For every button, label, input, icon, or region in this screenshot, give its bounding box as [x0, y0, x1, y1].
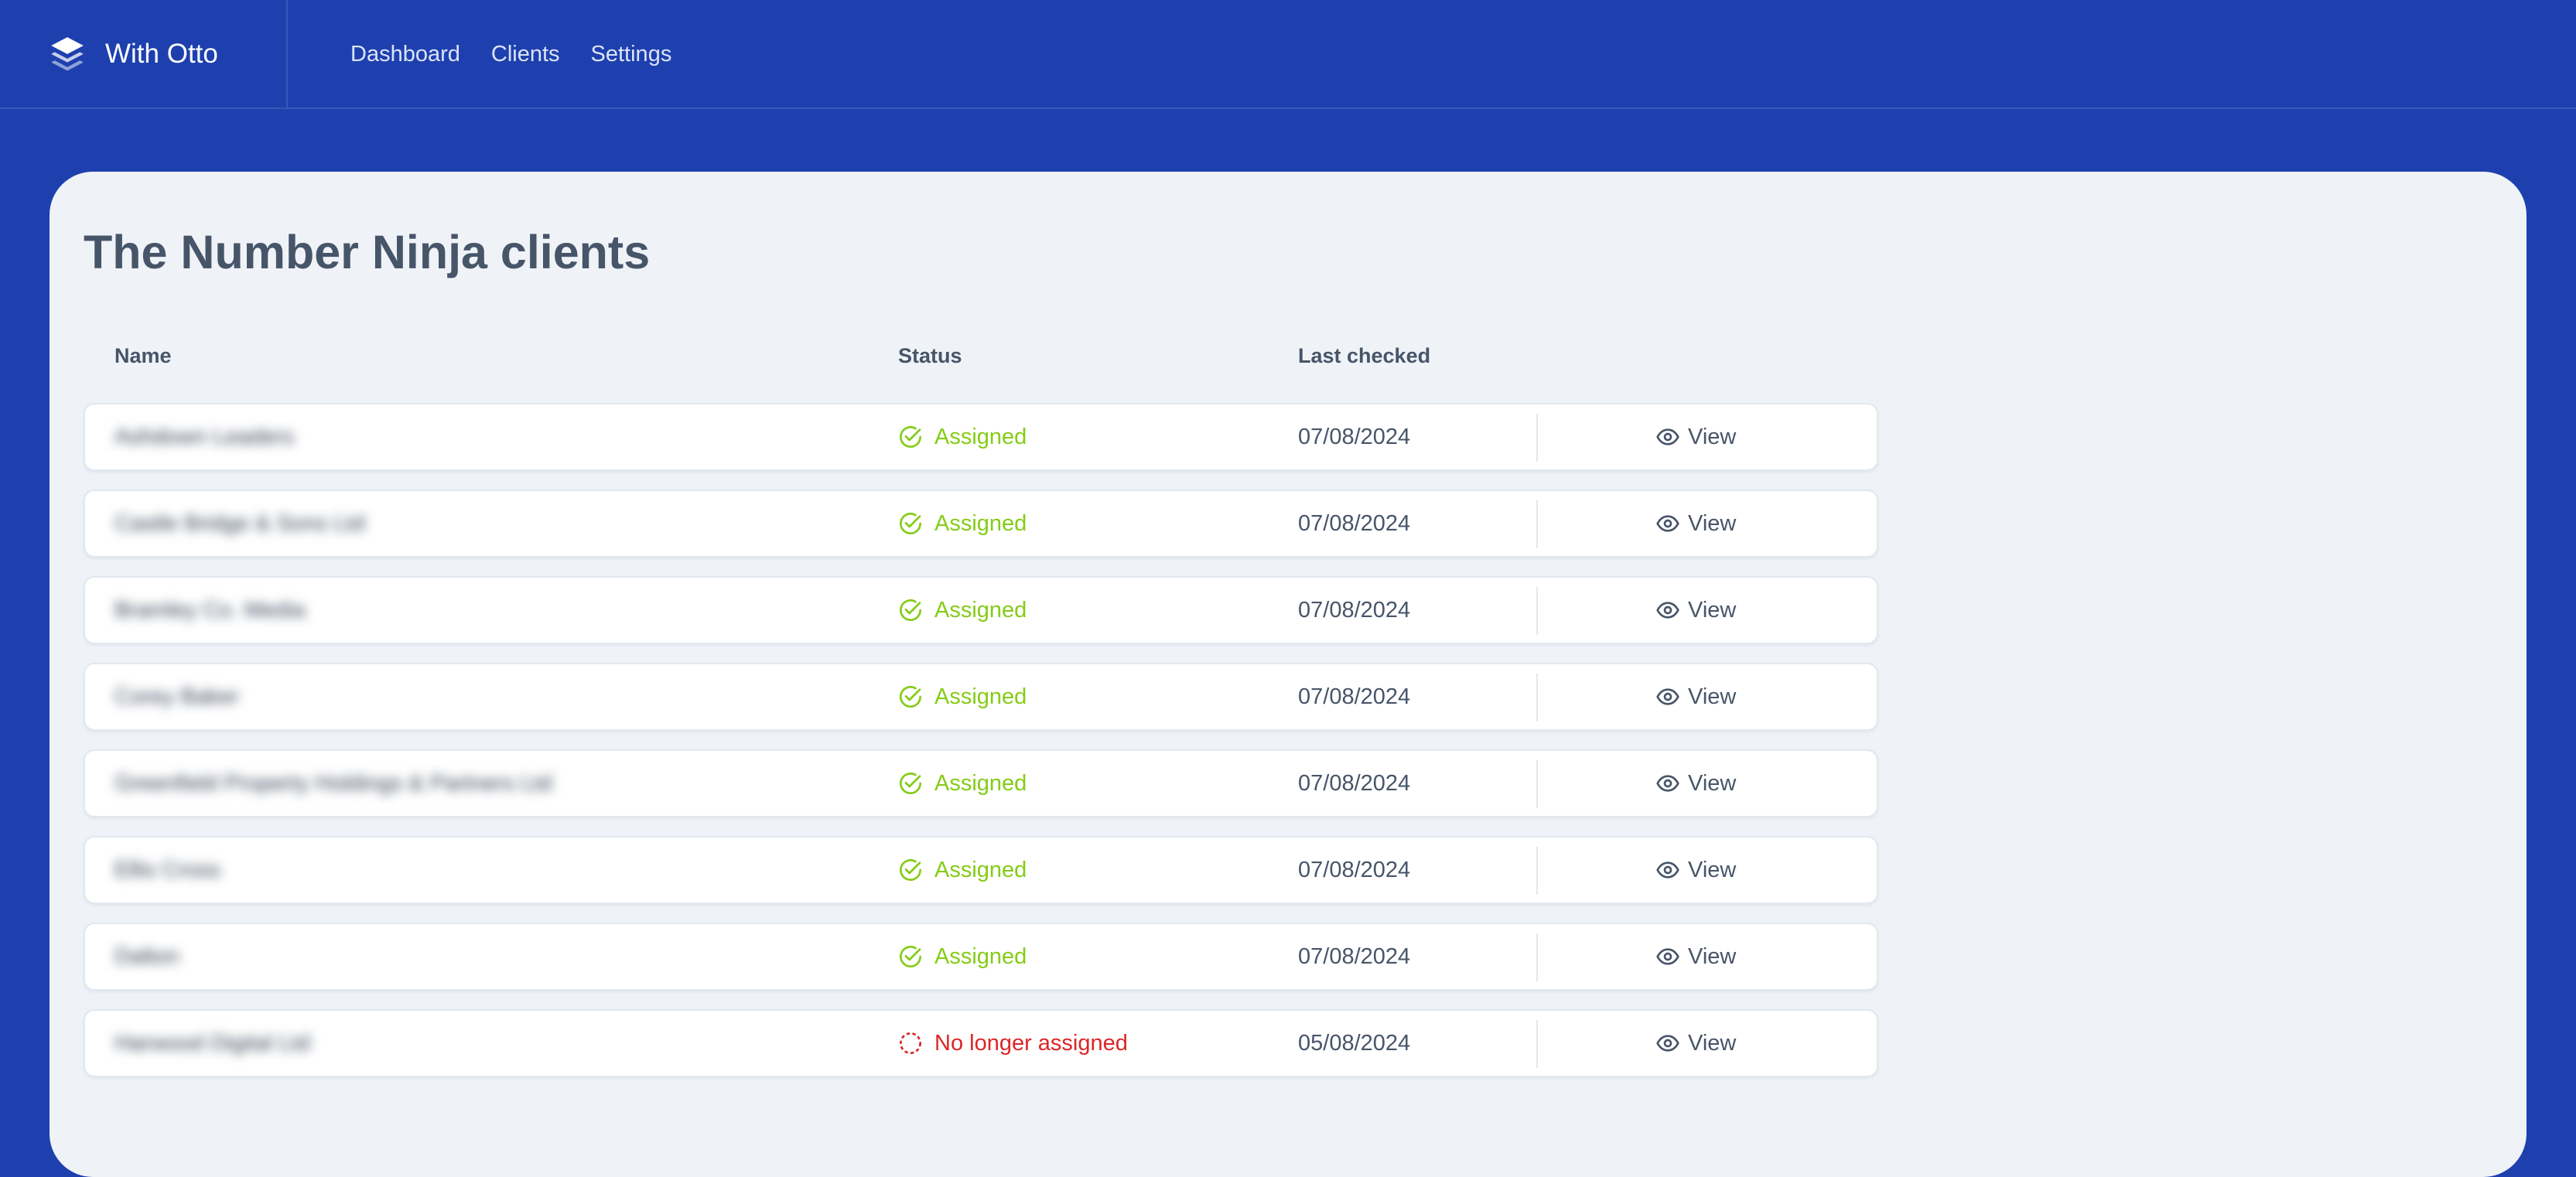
view-label: View — [1688, 598, 1737, 623]
last-checked-date: 07/08/2024 — [1298, 425, 1411, 449]
view-button[interactable]: View — [1655, 855, 1736, 885]
last-checked-date: 05/08/2024 — [1298, 1031, 1411, 1056]
view-button[interactable]: View — [1655, 421, 1736, 452]
client-name: Harwood Digital Ltd — [114, 1031, 311, 1056]
nav-item-settings[interactable]: Settings — [591, 34, 672, 74]
client-name: Dalton — [114, 944, 179, 969]
eye-icon — [1656, 428, 1679, 445]
status-badge: No longer assigned — [898, 1028, 1128, 1059]
view-label: View — [1688, 511, 1737, 536]
content-panel: The Number Ninja clients Name Status Las… — [50, 172, 2526, 1177]
view-label: View — [1688, 425, 1737, 449]
table-row[interactable]: Ellis Cross Assigned 07/08/2024 View — [84, 836, 1878, 904]
page-title: The Number Ninja clients — [84, 226, 651, 278]
view-label: View — [1688, 1031, 1737, 1056]
cell-divider — [1536, 760, 1538, 808]
view-button[interactable]: View — [1655, 1028, 1736, 1059]
check-circle-icon — [900, 859, 921, 881]
eye-icon — [1656, 775, 1679, 792]
check-circle-icon — [900, 686, 921, 708]
cell-divider — [1536, 847, 1538, 895]
eye-icon — [1656, 515, 1679, 532]
cell-divider — [1536, 674, 1538, 722]
status-badge: Assigned — [898, 595, 1027, 626]
table-row[interactable]: Dalton Assigned 07/08/2024 View — [84, 923, 1878, 991]
check-circle-icon — [900, 946, 921, 967]
last-checked-date: 07/08/2024 — [1298, 511, 1411, 536]
eye-icon — [1656, 688, 1679, 705]
status-label: Assigned — [934, 511, 1027, 536]
status-badge: Assigned — [898, 855, 1027, 885]
status-label: Assigned — [934, 598, 1027, 623]
table-row[interactable]: Corey Baker Assigned 07/08/2024 View — [84, 663, 1878, 731]
layers-icon — [51, 37, 84, 71]
client-list: Ashdown Leaders Assigned 07/08/2024 View Cas… — [84, 403, 1878, 1096]
check-circle-icon — [900, 599, 921, 621]
view-button[interactable]: View — [1655, 941, 1736, 972]
view-label: View — [1688, 771, 1737, 796]
view-label: View — [1688, 858, 1737, 882]
check-circle-icon — [900, 773, 921, 794]
top-navbar: With Otto Dashboard Clients Settings — [0, 0, 2576, 109]
eye-icon — [1656, 948, 1679, 965]
dashed-circle-icon — [900, 1032, 921, 1054]
status-label: No longer assigned — [934, 1031, 1128, 1056]
status-label: Assigned — [934, 771, 1027, 796]
cell-divider — [1536, 1020, 1538, 1068]
eye-icon — [1656, 861, 1679, 878]
cell-divider — [1536, 414, 1538, 462]
view-button[interactable]: View — [1655, 508, 1736, 539]
brand-name: With Otto — [105, 39, 218, 69]
status-badge: Assigned — [898, 941, 1027, 972]
last-checked-date: 07/08/2024 — [1298, 684, 1411, 709]
client-name: Corey Baker — [114, 684, 240, 709]
table-row[interactable]: Castle Bridge & Sons Ltd Assigned 07/08/20… — [84, 490, 1878, 558]
status-label: Assigned — [934, 858, 1027, 882]
main-nav: Dashboard Clients Settings — [350, 34, 702, 74]
client-name: Greenfield Property Holdings & Partners … — [114, 771, 552, 796]
status-label: Assigned — [934, 425, 1027, 449]
cell-divider — [1536, 500, 1538, 548]
view-button[interactable]: View — [1655, 595, 1736, 626]
nav-item-dashboard[interactable]: Dashboard — [350, 34, 460, 74]
view-button[interactable]: View — [1655, 681, 1736, 712]
column-header-name: Name — [114, 344, 172, 367]
client-name: Castle Bridge & Sons Ltd — [114, 511, 366, 536]
view-label: View — [1688, 684, 1737, 709]
status-badge: Assigned — [898, 768, 1027, 799]
view-label: View — [1688, 944, 1737, 969]
client-name: Ashdown Leaders — [114, 425, 295, 449]
table-row[interactable]: Harwood Digital Ltd No longer assigned 05/… — [84, 1009, 1878, 1077]
table-row[interactable]: Bramley Co. Media Assigned 07/08/2024 View — [84, 576, 1878, 644]
eye-icon — [1656, 602, 1679, 619]
cell-divider — [1536, 587, 1538, 635]
column-header-status: Status — [898, 344, 962, 367]
view-button[interactable]: View — [1655, 768, 1736, 799]
status-badge: Assigned — [898, 681, 1027, 712]
last-checked-date: 07/08/2024 — [1298, 858, 1411, 882]
client-name: Ellis Cross — [114, 858, 220, 882]
status-label: Assigned — [934, 684, 1027, 709]
last-checked-date: 07/08/2024 — [1298, 944, 1411, 969]
table-row[interactable]: Ashdown Leaders Assigned 07/08/2024 View — [84, 403, 1878, 471]
eye-icon — [1656, 1035, 1679, 1052]
client-name: Bramley Co. Media — [114, 598, 306, 623]
status-badge: Assigned — [898, 421, 1027, 452]
status-badge: Assigned — [898, 508, 1027, 539]
last-checked-date: 07/08/2024 — [1298, 598, 1411, 623]
brand[interactable]: With Otto — [0, 0, 288, 107]
table-row[interactable]: Greenfield Property Holdings & Partners … — [84, 749, 1878, 817]
cell-divider — [1536, 933, 1538, 981]
last-checked-date: 07/08/2024 — [1298, 771, 1411, 796]
nav-item-clients[interactable]: Clients — [491, 34, 560, 74]
status-label: Assigned — [934, 944, 1027, 969]
check-circle-icon — [900, 513, 921, 534]
column-header-last-checked: Last checked — [1298, 344, 1431, 367]
check-circle-icon — [900, 426, 921, 448]
